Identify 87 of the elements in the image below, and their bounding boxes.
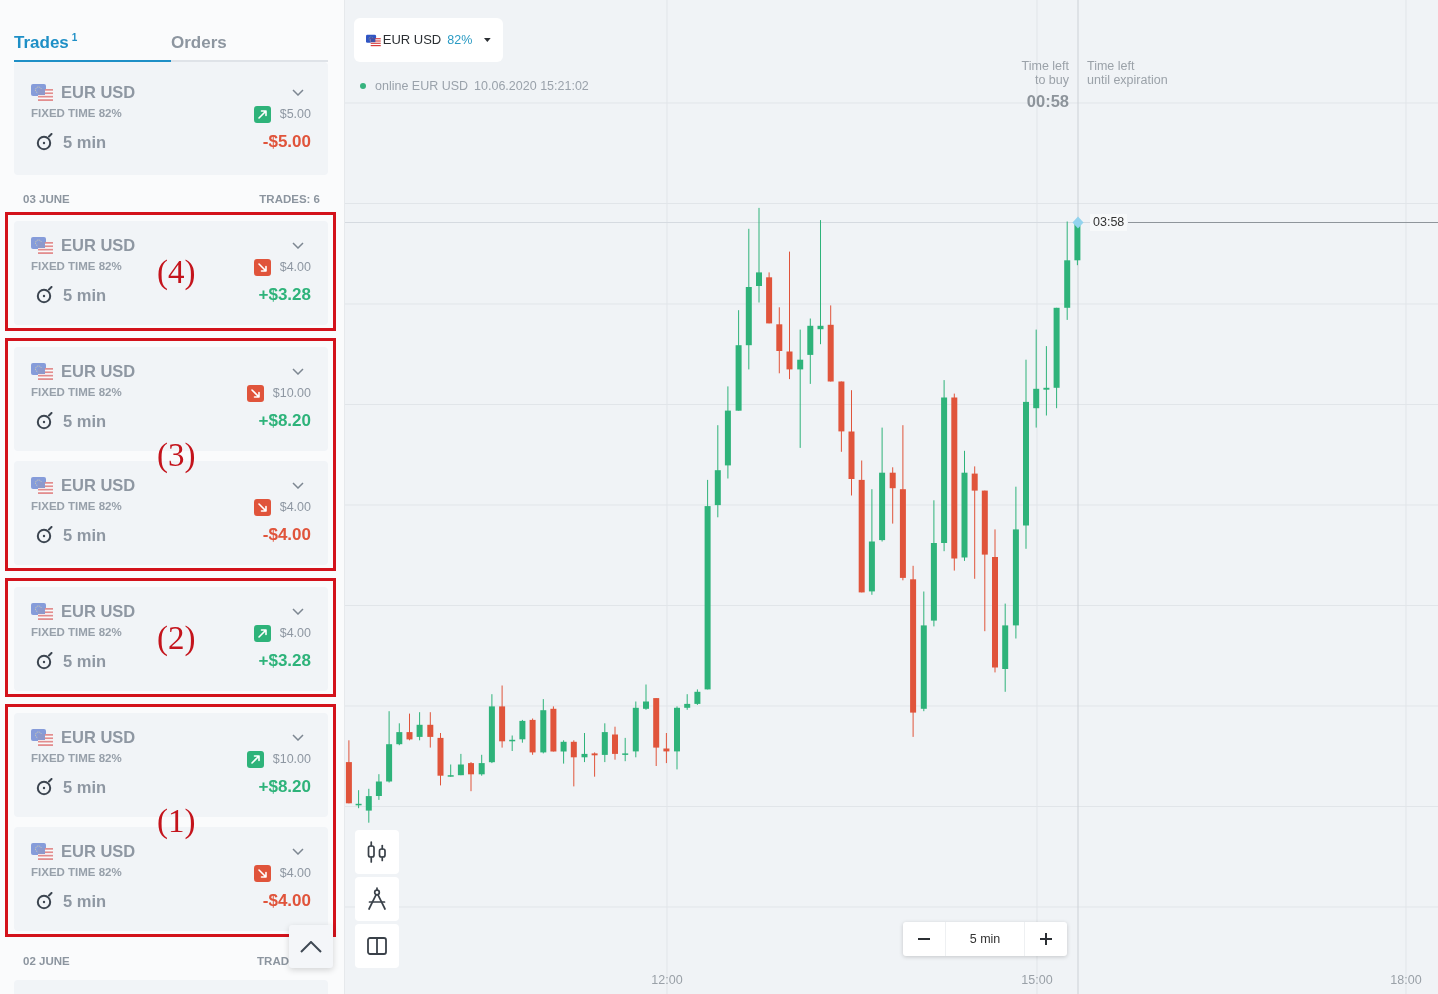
trade-mode: FIXED TIME 82%	[31, 751, 122, 767]
flag-icon	[31, 728, 53, 746]
axis-label: 18:00	[1390, 973, 1422, 987]
flag-icon	[31, 602, 53, 620]
stopwatch-icon	[36, 778, 54, 796]
pair-label: EUR USD	[61, 840, 136, 862]
split-view-icon	[366, 936, 388, 956]
trade-amount: $5.00	[279, 105, 311, 123]
flag-icon	[31, 842, 53, 860]
pair-label: EUR USD	[61, 81, 136, 103]
duration-label: 5 min	[63, 890, 107, 912]
payout-label: 82%	[447, 31, 473, 49]
timestamp: 10.06.2020 15:21:02	[474, 78, 589, 94]
symbol-selector[interactable]: EUR USD 82%	[354, 18, 503, 62]
stopwatch-icon	[36, 892, 54, 910]
stopwatch-icon	[36, 652, 54, 670]
trade-result: -$5.00	[262, 131, 311, 154]
annotation-label: (4)	[157, 255, 196, 288]
drawing-tools-button[interactable]	[355, 877, 399, 921]
pair-label: EUR USD	[61, 234, 136, 256]
trade-mode: FIXED TIME 82%	[31, 625, 122, 641]
flag-icon	[31, 362, 53, 380]
chart-type-button[interactable]	[355, 830, 399, 874]
trade-amount: $10.00	[272, 384, 311, 402]
trade-result: +$8.20	[258, 410, 311, 433]
pair-label: EUR USD	[61, 360, 136, 382]
date-heading: 02 JUNE	[23, 954, 70, 969]
time-left-label: Time left until expiration	[1087, 59, 1168, 87]
chevron-down-icon[interactable]	[292, 481, 304, 489]
axis-label: 12:00	[651, 973, 683, 987]
trade-result: -$4.00	[262, 890, 311, 913]
trade-result: -$4.00	[262, 524, 311, 547]
chevron-down-icon[interactable]	[292, 241, 304, 249]
duration-label: 5 min	[63, 131, 107, 153]
trade-amount: $4.00	[279, 258, 311, 276]
duration-label: 5 min	[63, 410, 107, 432]
date-heading: 03 JUNE	[23, 192, 70, 207]
trade-mode: FIXED TIME 82%	[31, 385, 122, 401]
flag-icon	[31, 83, 53, 101]
minus-icon	[918, 938, 930, 940]
annotation-label: (2)	[157, 621, 196, 654]
trade-mode: FIXED TIME 82%	[31, 499, 122, 515]
scroll-top-button[interactable]	[289, 925, 333, 968]
flag-icon	[31, 236, 53, 254]
price-time-label: 03:58	[1090, 214, 1128, 231]
timeframe-label: 5 min	[945, 922, 1025, 956]
trade-count: TRADES: 6	[259, 192, 320, 207]
trade-mode: FIXED TIME 82%	[31, 865, 122, 881]
caret-down-icon	[484, 37, 491, 43]
stopwatch-icon	[36, 286, 54, 304]
flag-icon	[31, 476, 53, 494]
stopwatch-icon	[36, 133, 54, 151]
duration-label: 5 min	[63, 524, 107, 546]
duration-label: 5 min	[63, 650, 107, 672]
stopwatch-icon	[36, 526, 54, 544]
axis-label: 15:00	[1021, 973, 1053, 987]
chevron-down-icon[interactable]	[292, 847, 304, 855]
chevron-up-icon	[300, 940, 322, 953]
trade-count: TRAD	[257, 954, 289, 969]
chevron-down-icon[interactable]	[292, 733, 304, 741]
duration-label: 5 min	[63, 776, 107, 798]
trade-card[interactable]: EUR USD FIXED TIME 82% $5.00 5 min -$5.00	[14, 62, 328, 175]
layout-button[interactable]	[355, 924, 399, 968]
pair-label: EUR USD	[382, 31, 442, 50]
stopwatch-icon	[36, 412, 54, 430]
trade-mode: FIXED TIME 82%	[31, 106, 122, 122]
pair-label: EUR USD	[61, 474, 136, 496]
chevron-down-icon[interactable]	[292, 367, 304, 375]
trade-result: +$3.28	[258, 284, 311, 307]
feed-status: online EUR USD	[375, 78, 469, 94]
time-left-label: Time left to buy	[1021, 59, 1069, 87]
compass-icon	[366, 887, 388, 911]
countdown-value: 00:58	[1026, 91, 1069, 111]
trade-amount: $4.00	[279, 498, 311, 516]
chevron-down-icon[interactable]	[292, 88, 304, 96]
duration-label: 5 min	[63, 284, 107, 306]
trade-amount: $4.00	[279, 624, 311, 642]
pair-label: EUR USD	[61, 600, 136, 622]
plus-icon	[1040, 933, 1052, 945]
trade-mode: FIXED TIME 82%	[31, 259, 122, 275]
pair-label: EUR USD	[61, 726, 136, 748]
trade-amount: $4.00	[279, 864, 311, 882]
candlestick-icon	[366, 840, 388, 864]
trade-amount: $10.00	[272, 750, 311, 768]
trade-result: +$3.28	[258, 650, 311, 673]
chevron-down-icon[interactable]	[292, 607, 304, 615]
trade-result: +$8.20	[258, 776, 311, 799]
